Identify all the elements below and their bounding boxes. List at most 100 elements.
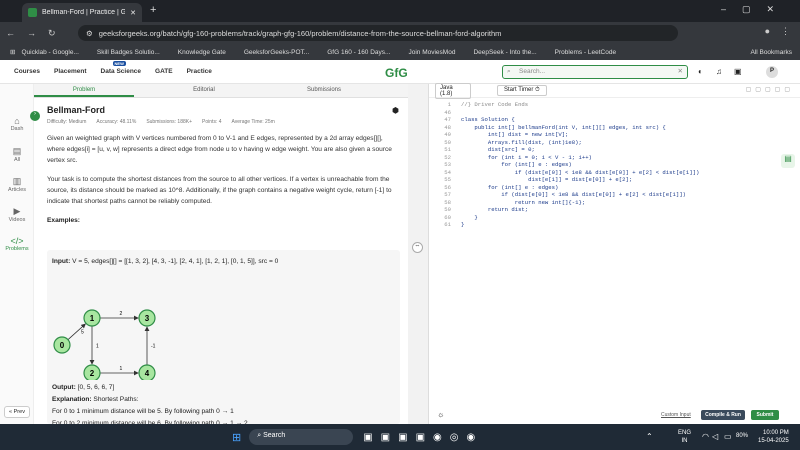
code-line[interactable]: 1 //} Driver Code Ends bbox=[429, 101, 699, 109]
nav-practice[interactable]: Practice bbox=[187, 68, 212, 75]
problem-title: Bellman-Ford bbox=[47, 105, 106, 115]
code-area[interactable]: 1 //} Driver Code Ends 46 47 class Solution … bbox=[429, 101, 699, 229]
language-indicator[interactable]: ENG IN bbox=[678, 429, 691, 445]
nav-gate[interactable]: GATE bbox=[155, 68, 173, 75]
chat-icon[interactable]: ▤ bbox=[781, 154, 795, 168]
custom-input-link[interactable]: Custom Input bbox=[661, 412, 691, 418]
volume-icon[interactable]: ◁ bbox=[712, 432, 718, 441]
wifi-icon[interactable]: ◠ bbox=[702, 432, 709, 441]
close-tab-icon[interactable]: ✕ bbox=[130, 9, 136, 17]
sidebar-item-problems[interactable]: </> Problems bbox=[4, 236, 30, 252]
battery-icon[interactable]: ▭ bbox=[724, 432, 732, 441]
gfg-logo[interactable]: GfG bbox=[385, 66, 408, 80]
menu-icon[interactable]: ⋮ bbox=[781, 26, 790, 37]
tab-problem[interactable]: Problem bbox=[34, 84, 134, 97]
line-number: 54 bbox=[444, 168, 451, 176]
code-text: for (int i = 0; i < V - 1; i++) bbox=[461, 153, 592, 161]
sidebar-label: Articles bbox=[7, 187, 27, 193]
prev-button[interactable]: « Prev bbox=[4, 406, 30, 418]
line-number: 47 bbox=[444, 116, 451, 123]
sidebar-item-articles[interactable]: ▥ Articles bbox=[4, 176, 30, 193]
taskbar-search[interactable]: ⌕ Search bbox=[249, 429, 354, 445]
bookmark-icon[interactable]: ⬢ bbox=[392, 106, 399, 115]
code-line[interactable]: 52 for (int i = 0; i < V - 1; i++) bbox=[429, 154, 699, 162]
language-select[interactable]: Java (1.8) bbox=[435, 82, 471, 99]
theme-toggle-icon[interactable]: ◐ bbox=[698, 67, 703, 76]
nav-placement[interactable]: Placement bbox=[54, 68, 87, 75]
sidebar-item-all[interactable]: ▤ All bbox=[4, 146, 30, 163]
code-line[interactable]: 48 public int[] bellmanFord(int V, int[]… bbox=[429, 124, 699, 132]
code-line[interactable]: 57 if (dist[e[0]] < 1e8 && dist[e[0]] + … bbox=[429, 191, 699, 199]
chevron-up-icon[interactable]: ⌃ bbox=[646, 432, 653, 441]
code-line[interactable]: 49 int[] dist = new int[V]; bbox=[429, 131, 699, 139]
code-text: for (int[] e : edges) bbox=[461, 161, 572, 168]
start-icon[interactable]: ⊞ bbox=[232, 431, 241, 444]
taskbar-apps[interactable]: ▣▣▣▣◉◎◉ bbox=[363, 432, 483, 443]
line-number: 60 bbox=[444, 213, 451, 221]
edge-weight-label: 2 bbox=[120, 311, 123, 317]
browser-tab[interactable]: Bellman-Ford | Practice | Geeks ✕ bbox=[22, 3, 142, 22]
bookmark-item[interactable]: Skill Badges Solutio... bbox=[97, 49, 160, 56]
tab-editorial[interactable]: Editorial bbox=[154, 84, 254, 97]
code-line[interactable]: 61} bbox=[429, 221, 699, 229]
nav-data-science[interactable]: NEW Data Science bbox=[101, 61, 141, 75]
code-text: return new int[]{-1}; bbox=[461, 198, 586, 206]
bookmark-item[interactable]: GfG 160 - 160 Days... bbox=[327, 49, 390, 56]
start-timer-button[interactable]: Start Timer ⏱ bbox=[497, 85, 547, 96]
code-line[interactable]: 51 dist[src] = 0; bbox=[429, 146, 699, 154]
site-header: Courses Placement NEW Data Science GATE … bbox=[0, 60, 800, 84]
url-field[interactable]: ⚙ geeksforgeeks.org/batch/gfg-160-proble… bbox=[78, 25, 678, 41]
reload-icon[interactable]: ↻ bbox=[48, 28, 56, 39]
dash-icon: ⌂ bbox=[14, 116, 20, 126]
code-line[interactable]: 55 dist[e[1]] = dist[e[0]] + e[2]; bbox=[429, 176, 699, 184]
sidebar-item-dash[interactable]: ⌂ Dash bbox=[4, 116, 30, 132]
bookmark-item[interactable]: GeeksforGeeks-POT... bbox=[244, 49, 309, 56]
settings-icon[interactable]: ☼ bbox=[437, 410, 444, 419]
clock[interactable]: 10:00 PM 15-04-2025 bbox=[758, 429, 789, 445]
panel-divider[interactable]: ⇔ bbox=[408, 84, 428, 424]
new-tab-icon[interactable]: + bbox=[150, 4, 156, 16]
explanation-value: Shortest Paths: bbox=[93, 396, 139, 403]
clear-search-icon[interactable]: ✕ bbox=[678, 67, 683, 75]
cart-icon[interactable]: ▣ bbox=[734, 67, 742, 76]
code-line[interactable]: 58 return new int[]{-1}; bbox=[429, 199, 699, 207]
submit-button[interactable]: Submit bbox=[751, 410, 779, 420]
code-line[interactable]: 53 for (int[] e : edges) bbox=[429, 161, 699, 169]
input-value: V = 5, edges[][] = [[1, 3, 2], [4, 3, -1… bbox=[72, 258, 279, 265]
code-line[interactable]: 47 class Solution { bbox=[429, 116, 699, 124]
tab-submissions[interactable]: Submissions bbox=[274, 84, 374, 97]
resize-handle-icon[interactable]: ⇔ bbox=[412, 242, 423, 253]
graph-node-label: 2 bbox=[90, 369, 95, 378]
examples-heading: Examples: bbox=[47, 217, 80, 224]
line-number: 46 bbox=[444, 108, 451, 116]
nav-courses[interactable]: Courses bbox=[14, 68, 40, 75]
code-text: return dist; bbox=[461, 206, 529, 213]
notification-bell-icon[interactable]: ♫ bbox=[716, 67, 722, 76]
bookmark-item[interactable]: Knowledge Gate bbox=[178, 49, 226, 56]
back-icon[interactable]: ← bbox=[6, 28, 15, 38]
code-line[interactable]: 59 return dist; bbox=[429, 206, 699, 214]
code-text: dist[e[1]] = dist[e[0]] + e[2]; bbox=[461, 176, 633, 183]
bookmark-item[interactable]: DeepSeek - Into the... bbox=[473, 49, 536, 56]
all-bookmarks[interactable]: All Bookmarks bbox=[750, 49, 792, 56]
code-line[interactable]: 46 bbox=[429, 109, 699, 117]
code-line[interactable]: 50 Arrays.fill(dist, (int)1e8); bbox=[429, 139, 699, 147]
code-line[interactable]: 56 for (int[] e : edges) bbox=[429, 184, 699, 192]
apps-icon[interactable]: ⊞ bbox=[10, 48, 15, 56]
window-controls[interactable]: –▢✕ bbox=[721, 4, 790, 15]
code-line[interactable]: 54 if (dist[e[0]] < 1e8 && dist[e[0]] + … bbox=[429, 169, 699, 177]
profile-icon[interactable]: ● bbox=[765, 26, 770, 36]
avatar[interactable]: P bbox=[766, 66, 778, 78]
code-line[interactable]: 60 } bbox=[429, 214, 699, 222]
site-search-input[interactable]: ⌕ Search... ✕ bbox=[502, 65, 688, 79]
bookmark-item[interactable]: Join MoviesMod bbox=[408, 49, 455, 56]
bookmark-item[interactable]: Quicklab - Google... bbox=[21, 49, 78, 56]
sidebar-item-videos[interactable]: ▶ Videos bbox=[4, 206, 30, 223]
forward-icon[interactable]: → bbox=[27, 28, 36, 38]
line-number: 59 bbox=[444, 206, 451, 213]
compile-run-button[interactable]: Compile & Run bbox=[701, 410, 745, 420]
bookmark-item[interactable]: Problems - LeetCode bbox=[555, 49, 616, 56]
region-code: IN bbox=[681, 438, 688, 444]
site-info-icon[interactable]: ⚙ bbox=[86, 29, 93, 38]
editor-tools-icons[interactable]: ▢▢▢▢▢ bbox=[746, 86, 794, 93]
